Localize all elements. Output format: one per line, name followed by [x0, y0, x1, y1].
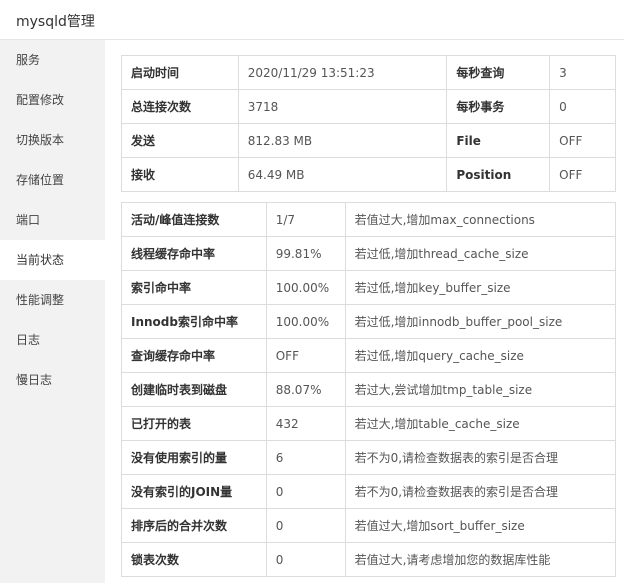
status-advice: 若过低,增加query_cache_size [344, 338, 617, 373]
table-row: 总连接次数 3718 每秒事务 0 [121, 89, 616, 124]
summary-value: 812.83 MB [237, 123, 448, 158]
status-advice: 若过大,尝试增加tmp_table_size [344, 372, 617, 407]
status-value: 1/7 [265, 202, 346, 237]
status-name: 没有使用索引的量 [121, 440, 267, 475]
table-row: 查询缓存命中率 OFF 若过低,增加query_cache_size [121, 338, 617, 373]
status-value: 432 [265, 406, 346, 441]
summary-label: 每秒查询 [446, 55, 551, 90]
table-row: 没有使用索引的量 6 若不为0,请检查数据表的索引是否合理 [121, 440, 617, 475]
table-row: 锁表次数 0 若值过大,请考虑增加您的数据库性能 [121, 542, 617, 577]
status-name: 没有索引的JOIN量 [121, 474, 267, 509]
status-value: 0 [265, 474, 346, 509]
status-advice: 若不为0,请检查数据表的索引是否合理 [344, 474, 617, 509]
table-row: 发送 812.83 MB File OFF [121, 123, 616, 158]
summary-value: 3 [549, 55, 616, 90]
table-row: 线程缓存命中率 99.81% 若过低,增加thread_cache_size [121, 236, 617, 271]
table-row: 没有索引的JOIN量 0 若不为0,请检查数据表的索引是否合理 [121, 474, 617, 509]
status-advice: 若值过大,增加sort_buffer_size [344, 508, 617, 543]
summary-label: 启动时间 [121, 55, 239, 90]
table-row: Innodb索引命中率 100.00% 若过低,增加innodb_buffer_… [121, 304, 617, 339]
sidebar-item-current-status[interactable]: 当前状态 [0, 240, 105, 280]
summary-table: 启动时间 2020/11/29 13:51:23 每秒查询 3 总连接次数 37… [121, 55, 616, 192]
status-name: 锁表次数 [121, 542, 267, 577]
status-name: 查询缓存命中率 [121, 338, 267, 373]
status-value: 88.07% [265, 372, 346, 407]
status-value: 100.00% [265, 304, 346, 339]
status-advice: 若过低,增加key_buffer_size [344, 270, 617, 305]
sidebar-item-port[interactable]: 端口 [0, 200, 105, 240]
main-content: 启动时间 2020/11/29 13:51:23 每秒查询 3 总连接次数 37… [105, 40, 624, 583]
table-row: 排序后的合并次数 0 若值过大,增加sort_buffer_size [121, 508, 617, 543]
table-row: 索引命中率 100.00% 若过低,增加key_buffer_size [121, 270, 617, 305]
sidebar-item-storage[interactable]: 存储位置 [0, 160, 105, 200]
summary-value: OFF [549, 123, 616, 158]
summary-label: 发送 [121, 123, 239, 158]
status-advice: 若值过大,请考虑增加您的数据库性能 [344, 542, 617, 577]
summary-label: File [446, 123, 551, 158]
summary-label: 接收 [121, 157, 239, 192]
status-table: 活动/峰值连接数 1/7 若值过大,增加max_connections 线程缓存… [121, 202, 617, 577]
table-row: 启动时间 2020/11/29 13:51:23 每秒查询 3 [121, 55, 616, 90]
status-name: 线程缓存命中率 [121, 236, 267, 271]
sidebar-item-log[interactable]: 日志 [0, 320, 105, 360]
sidebar-item-slow-log[interactable]: 慢日志 [0, 360, 105, 400]
table-row: 创建临时表到磁盘 88.07% 若过大,尝试增加tmp_table_size [121, 372, 617, 407]
sidebar-item-service[interactable]: 服务 [0, 40, 105, 80]
sidebar-item-config[interactable]: 配置修改 [0, 80, 105, 120]
window-title: mysqld管理 [16, 14, 95, 30]
table-row: 活动/峰值连接数 1/7 若值过大,增加max_connections [121, 202, 617, 237]
status-name: 创建临时表到磁盘 [121, 372, 267, 407]
status-value: 0 [265, 508, 346, 543]
status-value: 99.81% [265, 236, 346, 271]
table-row: 接收 64.49 MB Position OFF [121, 157, 616, 192]
status-name: Innodb索引命中率 [121, 304, 267, 339]
status-advice: 若过低,增加innodb_buffer_pool_size [344, 304, 617, 339]
status-name: 索引命中率 [121, 270, 267, 305]
status-advice: 若值过大,增加max_connections [344, 202, 617, 237]
status-advice: 若过低,增加thread_cache_size [344, 236, 617, 271]
summary-value: 0 [549, 89, 616, 124]
title-bar: mysqld管理 [0, 0, 624, 40]
status-name: 活动/峰值连接数 [121, 202, 267, 237]
summary-label: 每秒事务 [446, 89, 551, 124]
sidebar: 服务 配置修改 切换版本 存储位置 端口 当前状态 性能调整 日志 慢日志 [0, 40, 105, 583]
status-value: OFF [265, 338, 346, 373]
status-value: 6 [265, 440, 346, 475]
summary-value: 2020/11/29 13:51:23 [237, 55, 448, 90]
sidebar-item-performance[interactable]: 性能调整 [0, 280, 105, 320]
status-advice: 若不为0,请检查数据表的索引是否合理 [344, 440, 617, 475]
summary-value: OFF [549, 157, 616, 192]
status-name: 排序后的合并次数 [121, 508, 267, 543]
summary-label: 总连接次数 [121, 89, 239, 124]
table-row: 已打开的表 432 若过大,增加table_cache_size [121, 406, 617, 441]
summary-label: Position [446, 157, 551, 192]
status-value: 0 [265, 542, 346, 577]
status-value: 100.00% [265, 270, 346, 305]
summary-value: 64.49 MB [237, 157, 448, 192]
sidebar-item-switch-version[interactable]: 切换版本 [0, 120, 105, 160]
status-name: 已打开的表 [121, 406, 267, 441]
summary-value: 3718 [237, 89, 448, 124]
status-advice: 若过大,增加table_cache_size [344, 406, 617, 441]
